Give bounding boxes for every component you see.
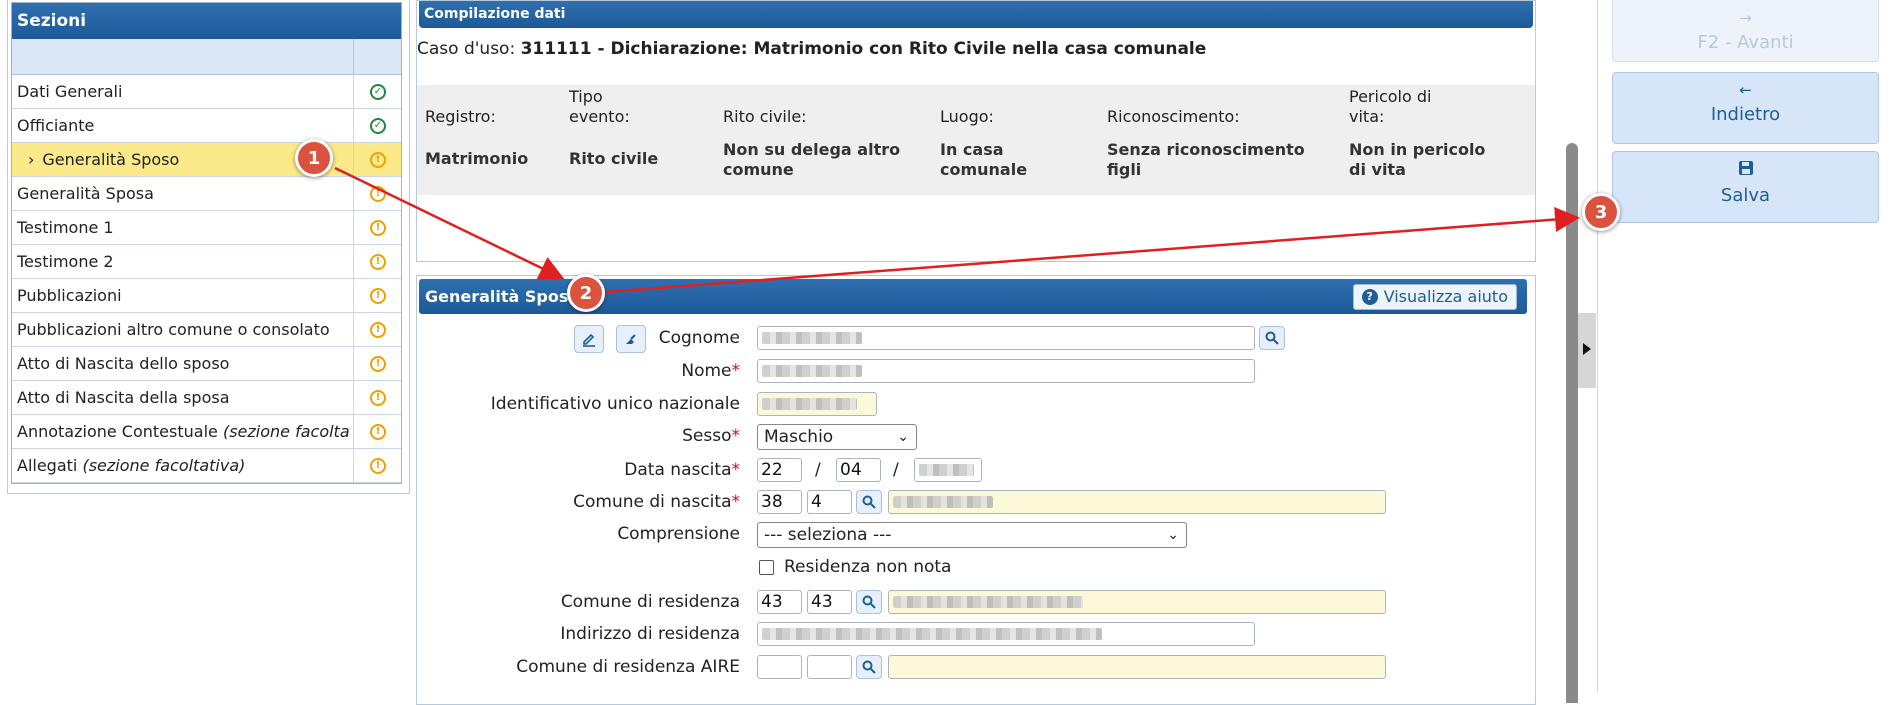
annotation-arrow-2-3 (604, 207, 1580, 294)
callout-2: 2 (567, 274, 605, 312)
callout-1: 1 (295, 139, 333, 177)
callout-3: 3 (1582, 193, 1620, 231)
annotation-arrows (334, 166, 1580, 294)
annotation-arrow-1-2 (334, 166, 565, 280)
